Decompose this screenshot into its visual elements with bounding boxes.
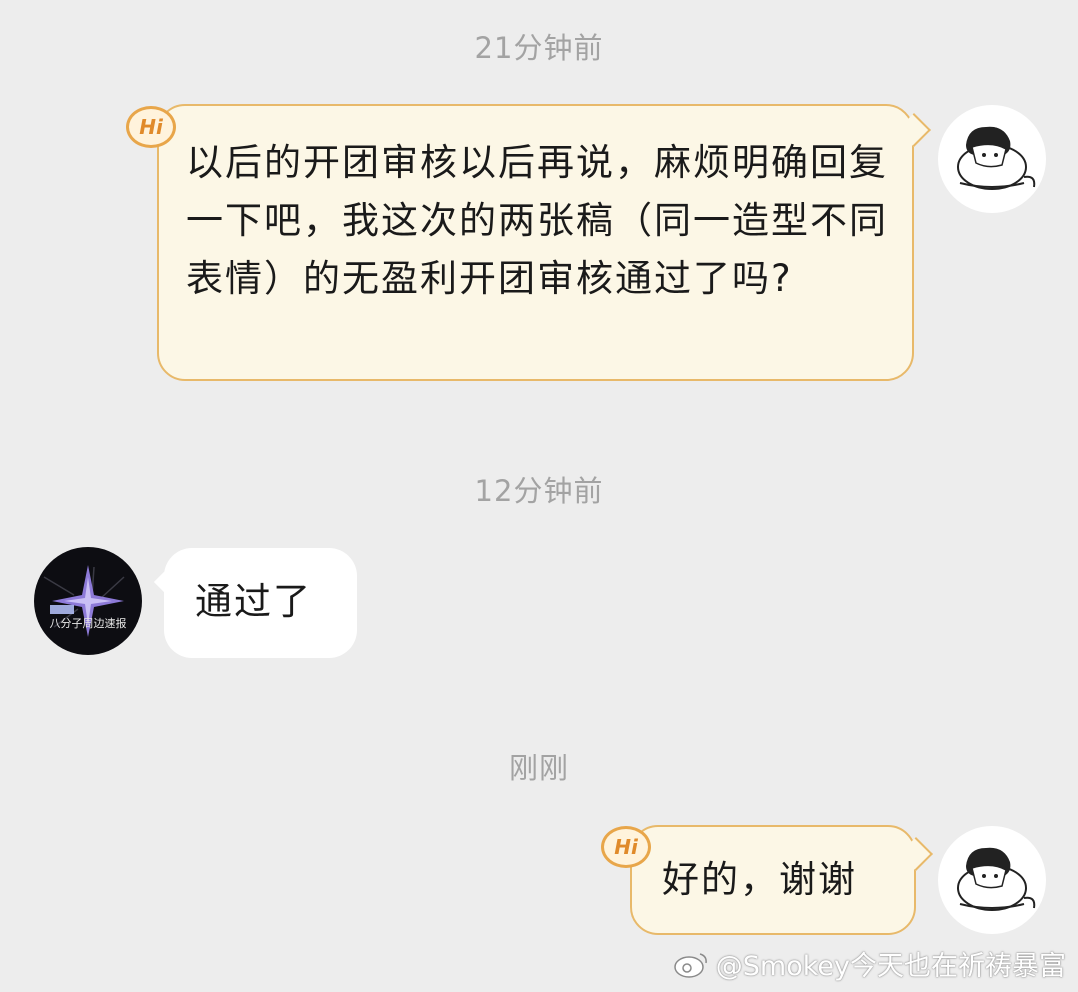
avatar-caption: 八分子周边速报 — [50, 616, 127, 630]
weibo-icon — [674, 952, 707, 978]
cat-icon — [957, 126, 1036, 190]
message-text: 以后的开团审核以后再说，麻烦明确回复一下吧，我这次的两张稿（同一造型不同表情）的… — [186, 141, 888, 300]
message-text: 好的，谢谢 — [662, 858, 857, 901]
contact-avatar[interactable]: 八分子周边速报 — [34, 547, 142, 655]
hi-badge-icon: Hi — [601, 826, 651, 868]
timestamp: 刚刚 — [508, 751, 569, 785]
message-text: 通过了 — [195, 580, 312, 623]
hi-badge-icon: Hi — [126, 106, 176, 148]
timestamp: 21分钟前 — [474, 31, 604, 65]
outgoing-message-bubble[interactable]: 以后的开团审核以后再说，麻烦明确回复一下吧，我这次的两张稿（同一造型不同表情）的… — [157, 104, 914, 381]
watermark: @Smokey今天也在祈祷暴富 — [672, 944, 1066, 983]
incoming-message-bubble[interactable]: 通过了 — [164, 548, 357, 658]
timestamp: 12分钟前 — [474, 474, 604, 508]
outgoing-message-bubble[interactable]: 好的，谢谢 — [630, 825, 916, 935]
star-logo-icon: 八分子周边速报 — [43, 565, 127, 637]
watermark-text: @Smokey今天也在祈祷暴富 — [715, 951, 1066, 982]
user-avatar[interactable] — [938, 105, 1046, 213]
user-avatar[interactable] — [938, 826, 1046, 934]
cat-icon — [957, 847, 1036, 911]
